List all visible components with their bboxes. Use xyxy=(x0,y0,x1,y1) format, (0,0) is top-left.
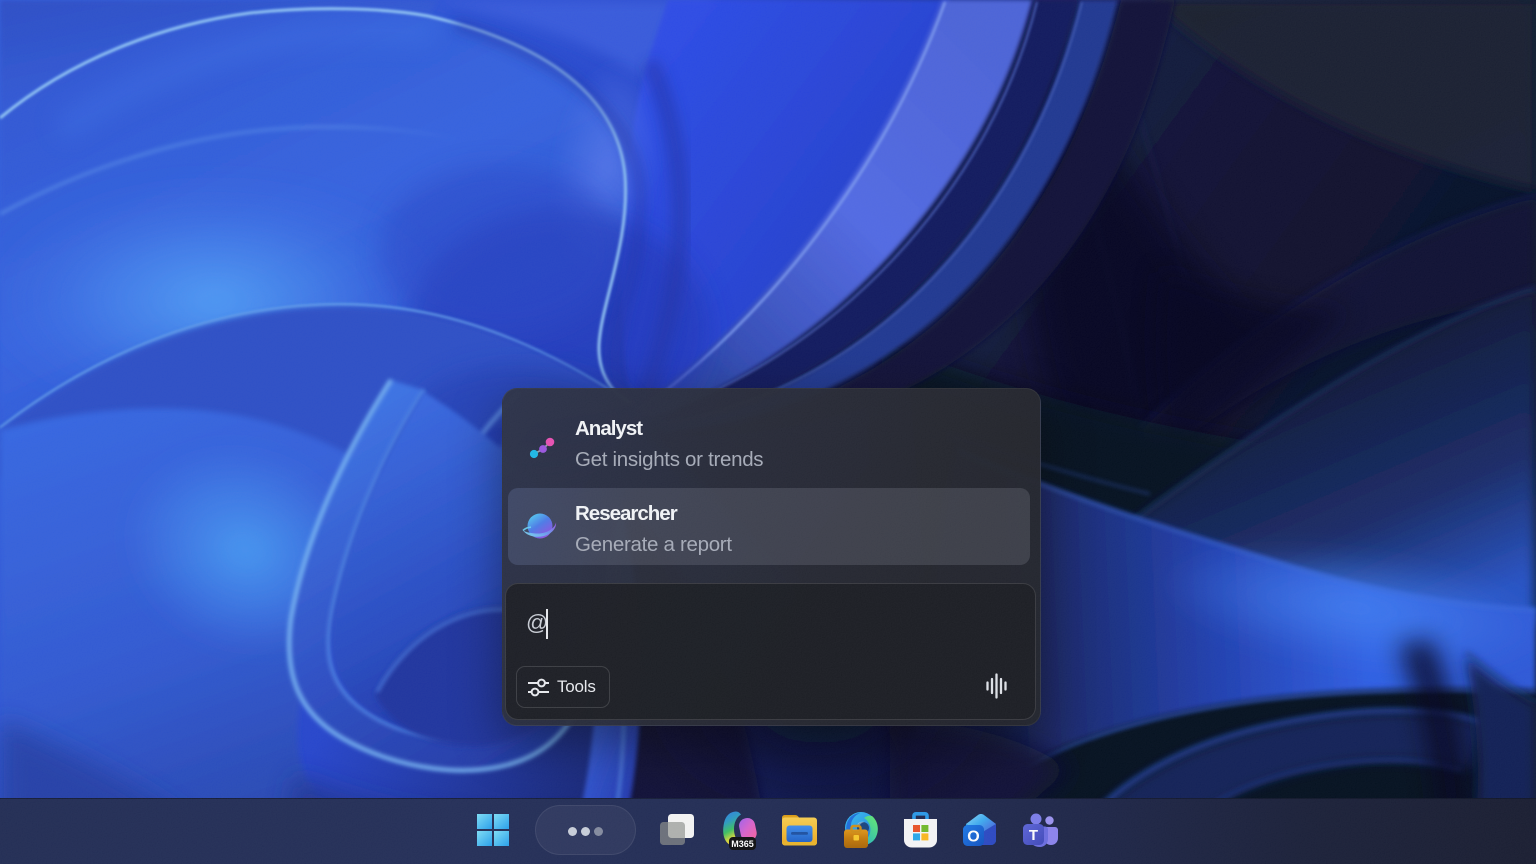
svg-text:M365: M365 xyxy=(731,839,754,849)
svg-text:T: T xyxy=(1029,827,1038,844)
svg-text:O: O xyxy=(967,829,979,846)
